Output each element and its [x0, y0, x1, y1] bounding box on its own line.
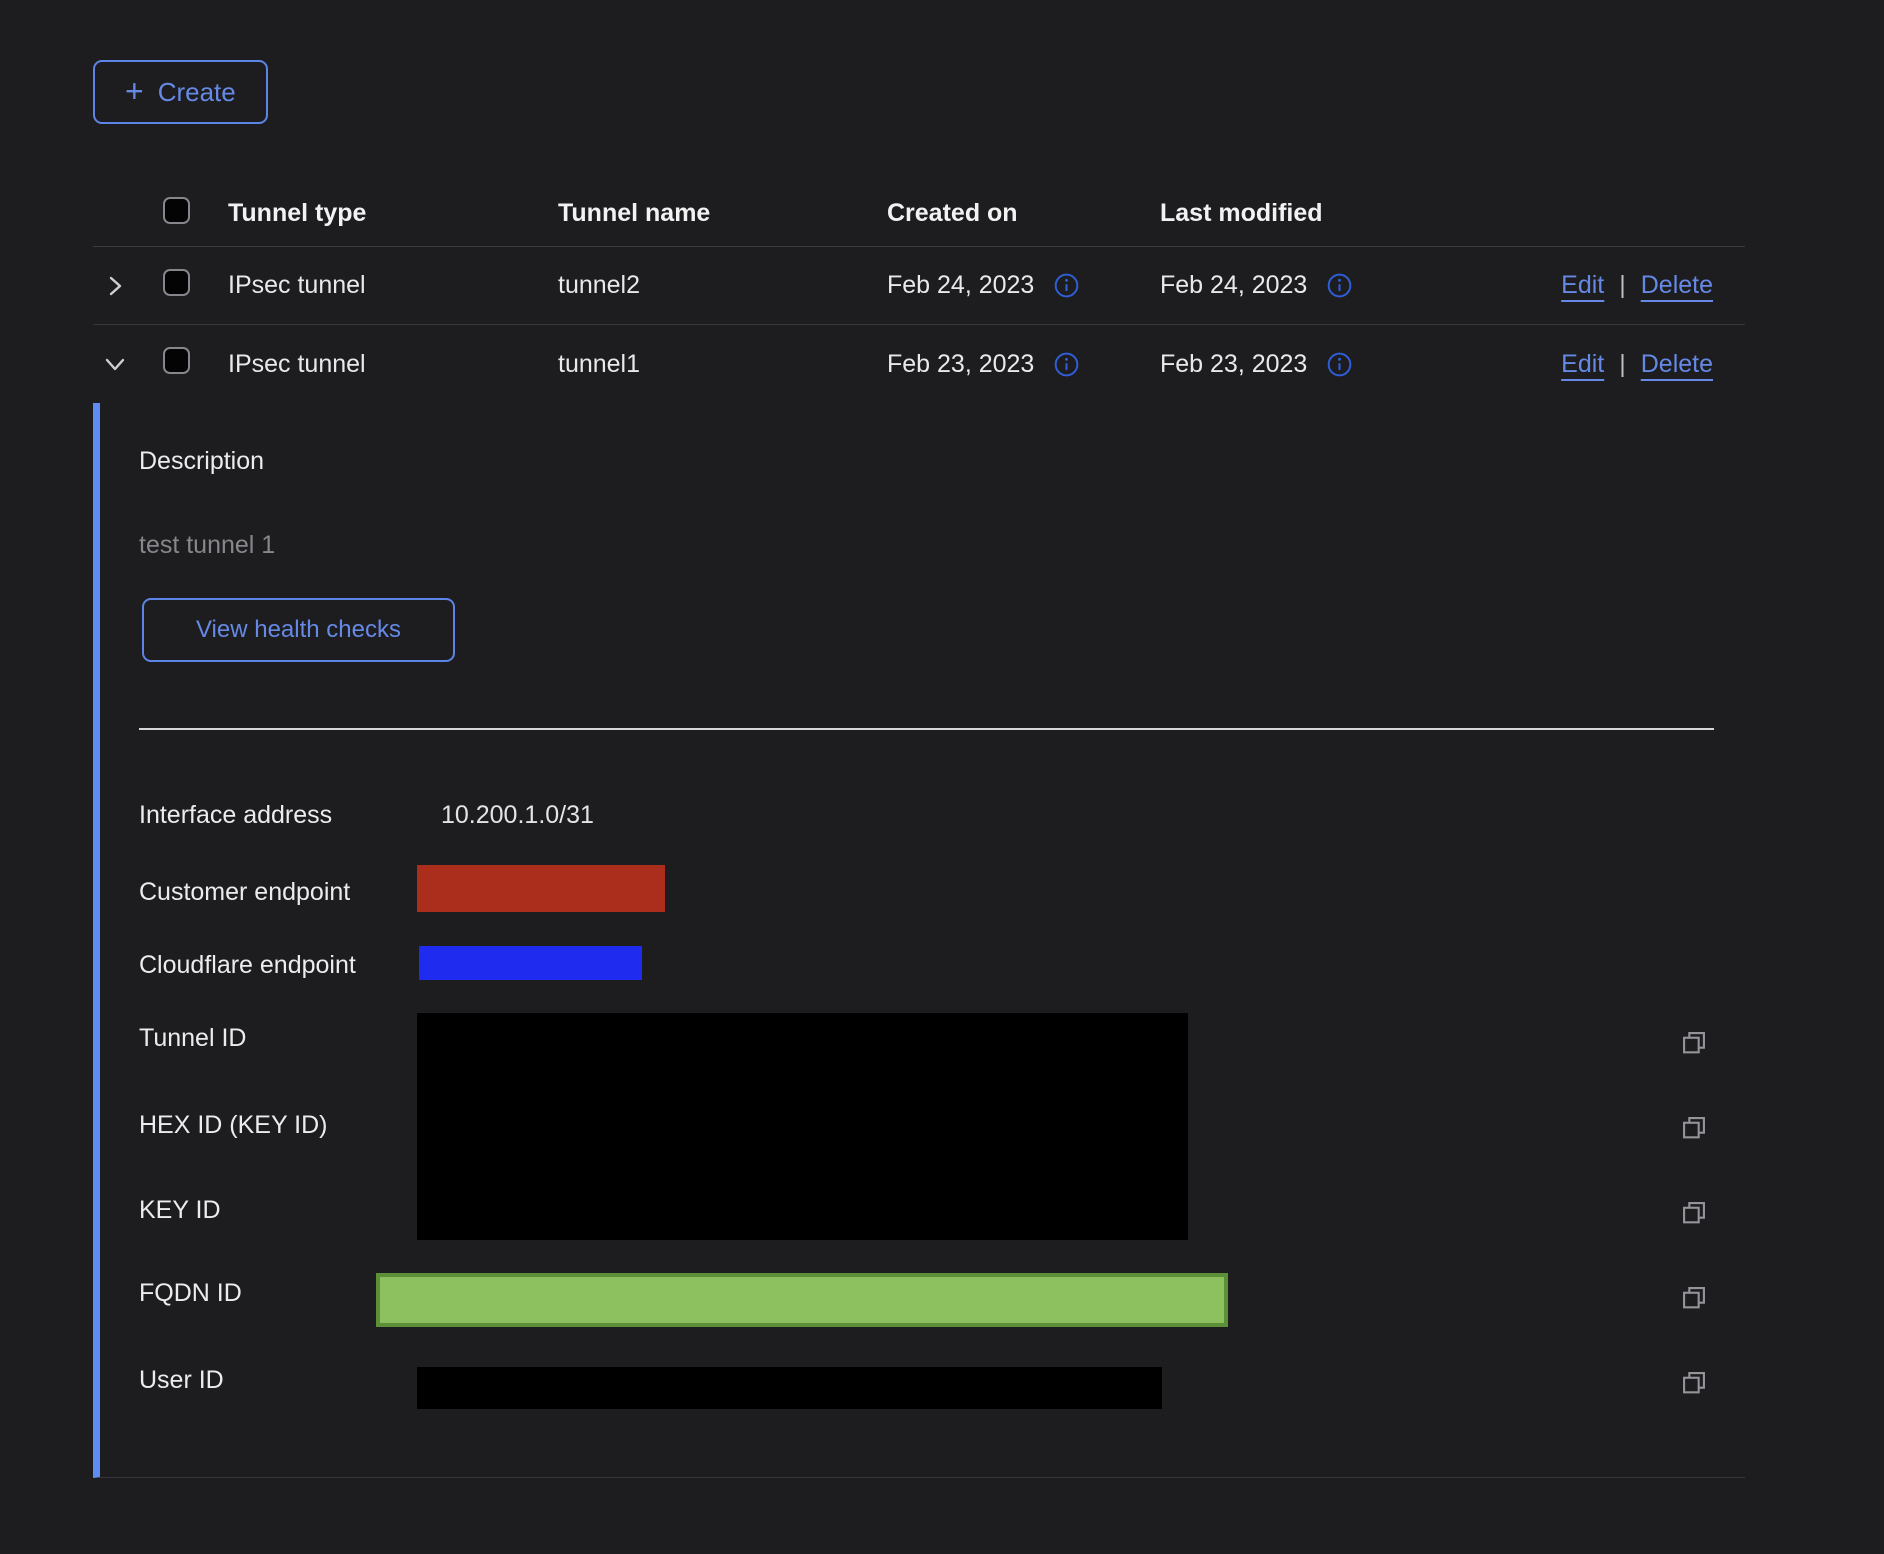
tunnels-table: Tunnel type Tunnel name Created on Last …	[93, 180, 1745, 403]
copy-tunnel-id-button[interactable]	[1680, 1029, 1708, 1057]
create-button[interactable]: + Create	[93, 60, 268, 124]
tunnel-type-cell: IPsec tunnel	[228, 271, 558, 300]
header-last-modified: Last modified	[1160, 199, 1460, 228]
delete-link[interactable]: Delete	[1641, 350, 1713, 379]
hex-id-label: HEX ID (KEY ID)	[139, 1110, 327, 1140]
created-on-cell: Feb 24, 2023	[887, 271, 1034, 300]
copy-hex-id-button[interactable]	[1680, 1114, 1708, 1142]
copy-icon	[1680, 1114, 1708, 1142]
info-icon[interactable]	[1054, 352, 1079, 377]
description-label: Description	[139, 446, 264, 476]
tunnels-page: + Create Tunnel type Tunnel name Created…	[0, 0, 1884, 1554]
header-tunnel-type: Tunnel type	[228, 199, 558, 228]
interface-address-value: 10.200.1.0/31	[441, 800, 594, 830]
expand-row-button[interactable]	[95, 266, 135, 306]
actions-separator: |	[1619, 350, 1626, 379]
tunnel-ids-redacted-values	[417, 1013, 1188, 1240]
select-all-checkbox[interactable]	[163, 197, 190, 224]
customer-endpoint-redacted-value	[417, 865, 665, 912]
last-modified-cell: Feb 24, 2023	[1160, 271, 1307, 300]
interface-address-label: Interface address	[139, 800, 332, 830]
chevron-down-icon	[103, 352, 127, 376]
tunnel-id-label: Tunnel ID	[139, 1023, 246, 1053]
description-value: test tunnel 1	[139, 530, 275, 560]
customer-endpoint-label: Customer endpoint	[139, 877, 350, 907]
fqdn-id-label: FQDN ID	[139, 1278, 242, 1308]
table-row: IPsec tunnel tunnel1 Feb 23, 2023 Feb 23…	[93, 325, 1745, 403]
copy-fqdn-id-button[interactable]	[1680, 1284, 1708, 1312]
delete-link[interactable]: Delete	[1641, 271, 1713, 300]
row-checkbox[interactable]	[163, 269, 190, 296]
tunnel-type-cell: IPsec tunnel	[228, 350, 558, 379]
tunnel-name-cell: tunnel1	[558, 350, 887, 379]
row-checkbox[interactable]	[163, 347, 190, 374]
copy-icon	[1680, 1284, 1708, 1312]
user-id-label: User ID	[139, 1365, 224, 1395]
copy-icon	[1680, 1029, 1708, 1057]
fqdn-id-redacted-value	[376, 1273, 1228, 1327]
tunnel-name-cell: tunnel2	[558, 271, 887, 300]
user-id-redacted-value	[417, 1367, 1162, 1409]
created-on-cell: Feb 23, 2023	[887, 350, 1034, 379]
copy-icon	[1680, 1369, 1708, 1397]
header-tunnel-name: Tunnel name	[558, 199, 887, 228]
edit-link[interactable]: Edit	[1561, 271, 1604, 300]
cloudflare-endpoint-label: Cloudflare endpoint	[139, 950, 356, 980]
last-modified-cell: Feb 23, 2023	[1160, 350, 1307, 379]
info-icon[interactable]	[1327, 273, 1352, 298]
section-divider	[139, 728, 1714, 730]
header-created-on: Created on	[887, 199, 1160, 228]
create-button-label: Create	[158, 77, 236, 108]
collapse-row-button[interactable]	[95, 344, 135, 384]
key-id-label: KEY ID	[139, 1195, 221, 1225]
copy-key-id-button[interactable]	[1680, 1199, 1708, 1227]
chevron-right-icon	[103, 274, 127, 298]
view-health-checks-button[interactable]: View health checks	[142, 598, 455, 662]
copy-user-id-button[interactable]	[1680, 1369, 1708, 1397]
expanded-tunnel-panel: Description test tunnel 1 View health ch…	[93, 403, 1745, 1478]
copy-icon	[1680, 1199, 1708, 1227]
plus-icon: +	[125, 75, 144, 107]
actions-separator: |	[1619, 271, 1626, 300]
info-icon[interactable]	[1054, 273, 1079, 298]
table-header-row: Tunnel type Tunnel name Created on Last …	[93, 180, 1745, 247]
info-icon[interactable]	[1327, 352, 1352, 377]
edit-link[interactable]: Edit	[1561, 350, 1604, 379]
table-row: IPsec tunnel tunnel2 Feb 24, 2023 Feb 24…	[93, 247, 1745, 325]
cloudflare-endpoint-redacted-value	[419, 946, 642, 980]
